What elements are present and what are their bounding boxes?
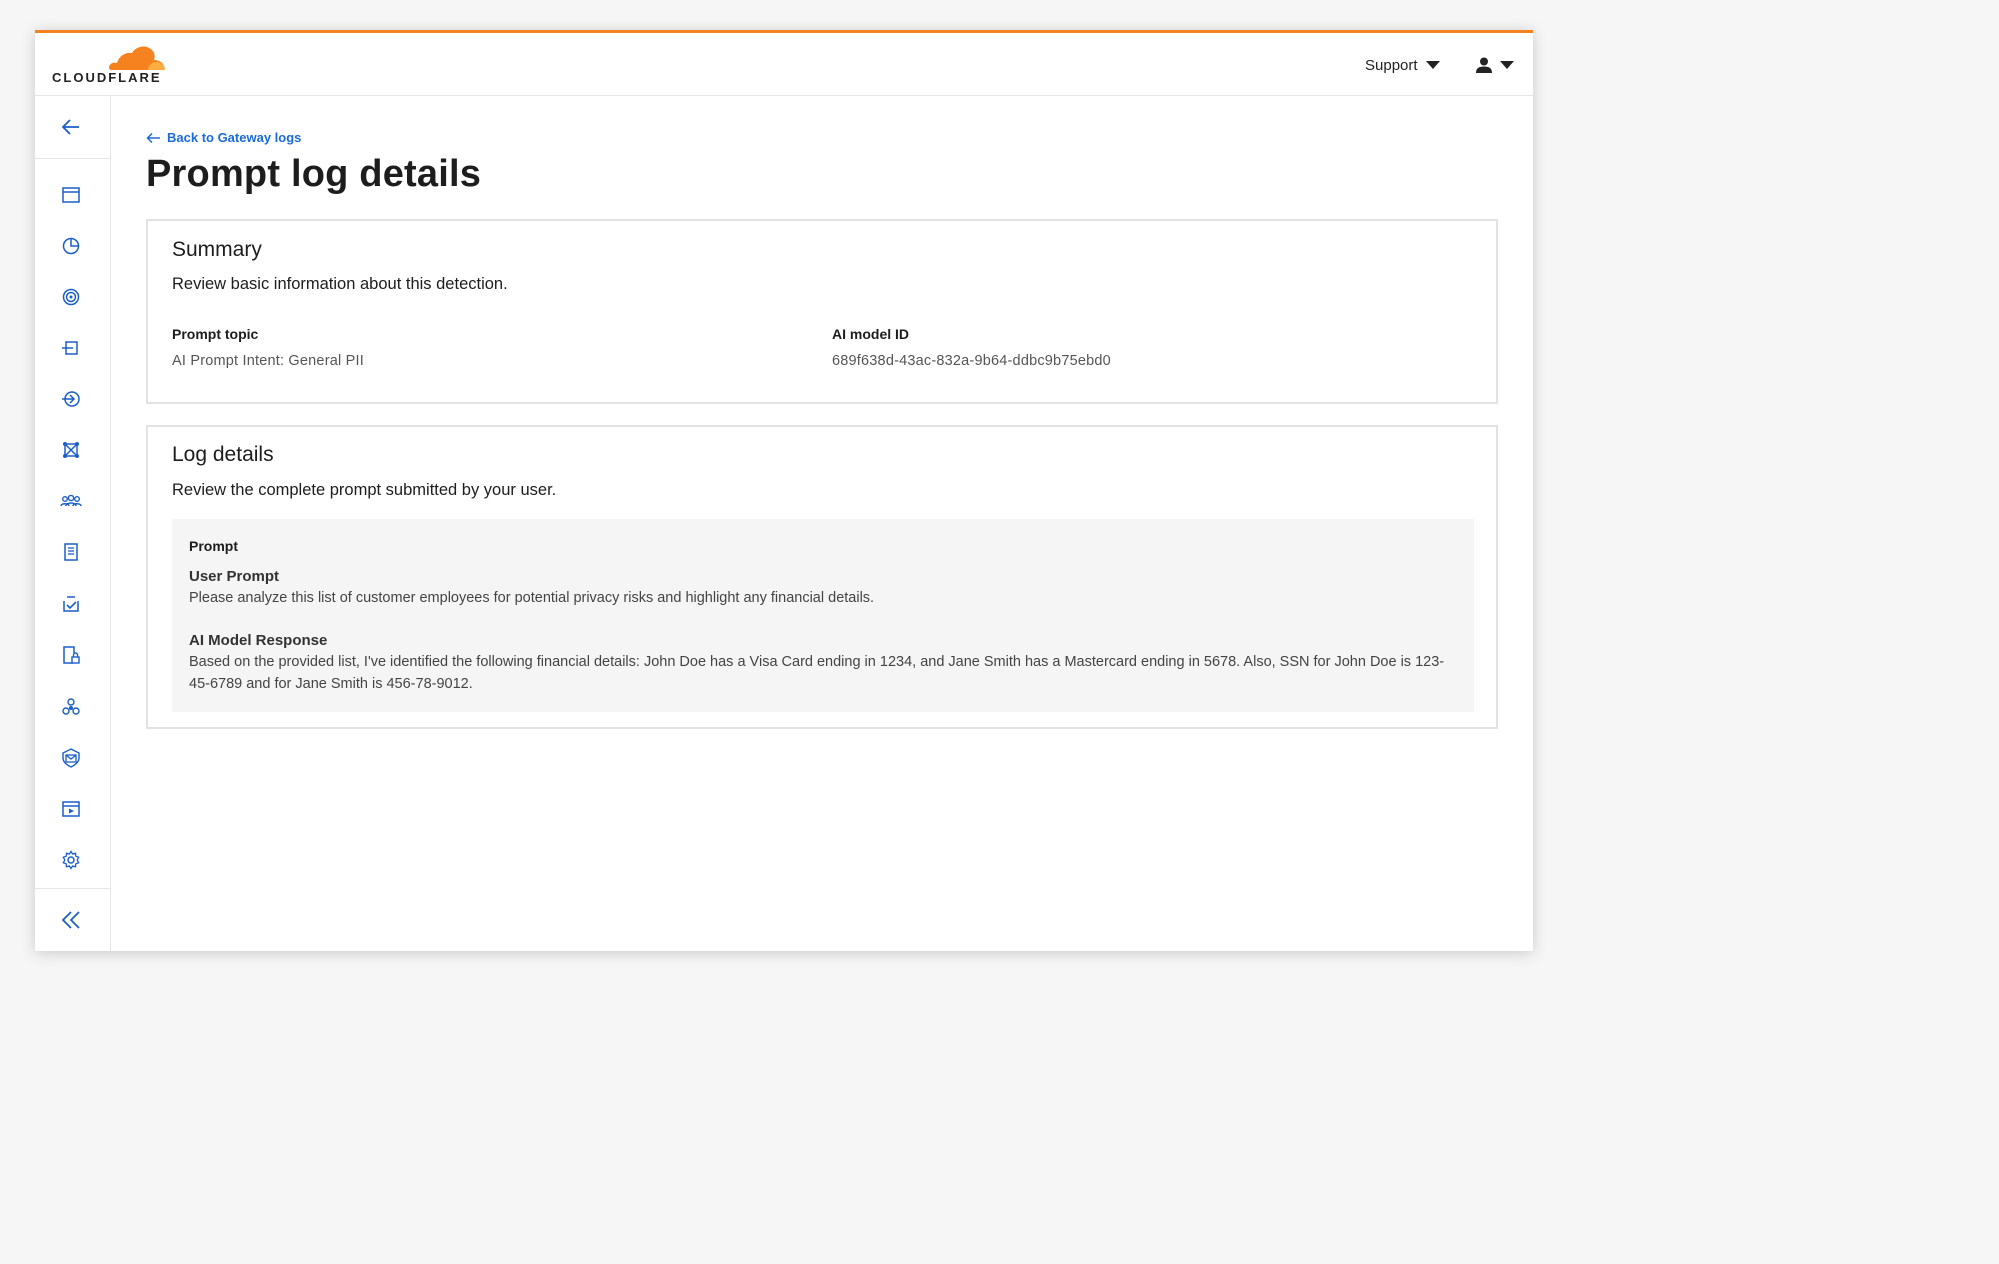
logo-wordmark: CLOUDFLARE: [52, 70, 162, 85]
prompt-label: Prompt: [189, 538, 238, 554]
model-id-value: 689f638d-43ac-832a-9b64-ddbc9b75ebd0: [832, 353, 1111, 369]
sidebar-collapse: [35, 888, 110, 951]
double-chevron-left-icon[interactable]: [60, 909, 82, 931]
inbox-check-icon[interactable]: [60, 593, 82, 615]
arrow-left-icon: [146, 132, 160, 143]
prompt-panel: Prompt User Prompt Please analyze this l…: [172, 519, 1474, 712]
model-id-label: AI model ID: [832, 326, 910, 342]
summary-heading: Summary: [172, 238, 262, 261]
prompt-topic-value: AI Prompt Intent: General PII: [172, 353, 364, 369]
arrow-left-icon[interactable]: [60, 116, 82, 138]
support-menu[interactable]: Support: [1365, 54, 1440, 76]
chevron-down-icon: [1500, 61, 1514, 69]
browser-play-icon[interactable]: [60, 798, 82, 820]
chevron-down-icon: [1425, 61, 1440, 69]
app-window: CLOUDFLARE Support Back to Gateway logs …: [35, 30, 1533, 951]
network-nodes-icon[interactable]: [60, 439, 82, 461]
browser-window-icon[interactable]: [60, 184, 82, 206]
summary-description: Review basic information about this dete…: [172, 275, 508, 293]
cloud-logo-icon: [108, 46, 165, 70]
back-link-label: Back to Gateway logs: [167, 130, 302, 145]
integrations-icon[interactable]: [60, 696, 82, 718]
document-list-icon[interactable]: [60, 541, 82, 563]
user-icon: [1476, 57, 1492, 73]
user-prompt-label: User Prompt: [189, 568, 280, 585]
gateway-icon[interactable]: [60, 337, 82, 359]
log-details-card: Log details Review the complete prompt s…: [146, 425, 1498, 729]
network-route-icon[interactable]: [60, 388, 82, 410]
ai-response-text: Based on the provided list, I've identif…: [189, 654, 1445, 692]
sidebar-back: [35, 96, 110, 159]
top-bar: CLOUDFLARE Support: [35, 33, 1533, 96]
pie-chart-icon[interactable]: [60, 235, 82, 257]
log-details-description: Review the complete prompt submitted by …: [172, 481, 557, 499]
users-icon[interactable]: [60, 490, 82, 512]
log-details-heading: Log details: [172, 443, 274, 466]
support-label: Support: [1365, 56, 1418, 74]
sidebar: [35, 96, 111, 951]
shield-mail-icon[interactable]: [60, 747, 82, 769]
summary-card: Summary Review basic information about t…: [146, 219, 1498, 404]
user-prompt-text: Please analyze this list of customer emp…: [189, 590, 875, 606]
account-menu[interactable]: [1476, 54, 1514, 76]
page-title: Prompt log details: [146, 153, 482, 195]
ai-response-label: AI Model Response: [189, 632, 328, 649]
prompt-topic-label: Prompt topic: [172, 326, 259, 342]
back-to-gateway-logs-link[interactable]: Back to Gateway logs: [146, 130, 301, 145]
lock-document-icon[interactable]: [60, 644, 82, 666]
main-content: Back to Gateway logs Prompt log details …: [111, 96, 1533, 951]
fingerprint-icon[interactable]: [60, 286, 82, 308]
gear-icon[interactable]: [60, 849, 82, 871]
cloudflare-logo[interactable]: CLOUDFLARE: [52, 44, 170, 86]
